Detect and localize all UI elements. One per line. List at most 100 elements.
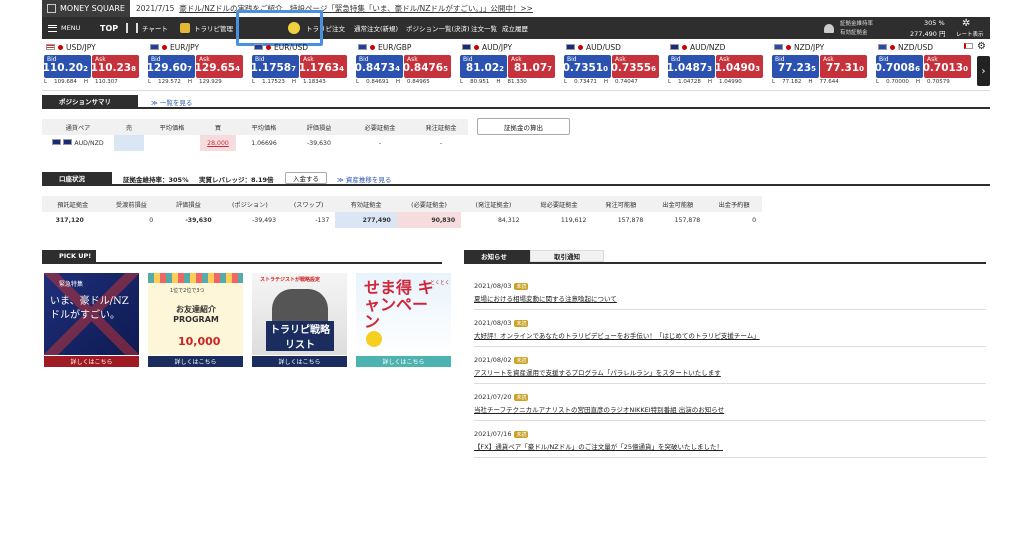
rate-header-0: USD/JPY [46,40,96,54]
account-table: 預託証拠金 受渡前損益 評価損益 (ポジション) (スワップ) 有効証拠金 (必要証拠金)(… [42,196,762,228]
logo[interactable]: MONEY SQUARE [42,0,130,17]
ask-quote-button[interactable]: Ask 0.84765 [404,55,451,78]
deposit-button[interactable]: 入金する [285,172,327,184]
account-col-header: 有効証拠金 [335,196,397,212]
unread-badge: 未読 [514,357,529,364]
pair-label: NZD/JPY [794,42,825,52]
position-list-link[interactable]: ≫ 一覧を見る [151,97,192,107]
rate-header-6: AUD/NZD [670,40,725,54]
rates-next-button[interactable]: › [977,56,990,86]
flag-icon [566,44,575,50]
ask-quote-button[interactable]: Ask 129.654 [196,55,243,78]
bid-quote-button[interactable]: Bid 1.17587 [252,55,299,78]
asset-history-link[interactable]: ≫ 資産推移を見る [337,174,391,184]
notice-date: 2021/08/03 [474,319,512,327]
news-ticker[interactable]: 2021/7/15 豪ドル/NZドルの実践をご紹介 特設ページ「緊急特集「いま、… [136,3,533,14]
table-row[interactable]: AUD/NZD 28,000 1.06696 -39,630 - - [42,135,468,151]
user-icon[interactable] [824,17,834,39]
bid-quote-button[interactable]: Bid 77.235 [772,55,819,78]
settings-gear-icon[interactable]: ⚙ [977,41,986,52]
nav-positions[interactable]: ポジション一覧(決済) [406,17,470,39]
bid-quote-button[interactable]: Bid 0.73510 [564,55,611,78]
nav-orders[interactable]: 注文一覧 [471,17,497,39]
trade-notice-tab[interactable]: 取引通知 [530,250,604,262]
notice-date: 2021/07/16 [474,430,512,438]
account-col-value: -39,493 [252,216,277,224]
pickup-banner-2[interactable]: 1位で2位で3つ お友達紹介 PROGRAM 10,000 詳しくはこちら [148,273,243,367]
section-line [42,184,990,186]
nav-history[interactable]: 成立履歴 [502,17,528,39]
notice-item: 2021/08/02 未読 アスリートを資産運用で支援するプログラム「パラレルラン」… [474,347,986,384]
low-high-row: L 129.572 H 129.929 [148,79,222,85]
ask-quote-button[interactable]: Ask 1.17634 [300,55,347,78]
pickup-banner-4[interactable]: せま得 キャンペーン とくとく 詳しくはこちら [356,273,451,367]
notice-link[interactable]: 【FX】通貨ペア「豪ドル/NZドル」のご注文量が「25億通貨」を突破いたしました… [474,441,723,451]
notice-item: 2021/08/03 未読 夏場における相場変動に関する注意喚起について [474,273,986,310]
bid-quote-button[interactable]: Bid 0.84734 [356,55,403,78]
pair-label: AUD/NZD [690,42,726,52]
nav-trarep-manage[interactable]: トラリピ管理 [180,17,233,39]
flag-dot-icon [786,44,791,50]
col-buy: 買 [200,119,236,135]
ask-quote-button[interactable]: Ask 77.310 [820,55,867,78]
bid-quote-button[interactable]: Bid 81.022 [460,55,507,78]
pair-label: EUR/USD [274,42,308,52]
nav-chart[interactable]: チャート [126,17,168,39]
trarep-manage-icon [180,23,190,33]
notice-item: 2021/07/20 未読 当社チーフテクニカルアナリストの宮田直彦のラジオNIKK… [474,384,986,421]
ask-quote-button[interactable]: Ask 1.04903 [716,55,763,78]
bid-quote-button[interactable]: Bid 0.70086 [876,55,923,78]
account-value-row: 317,120 0 -39,630 -39,493 -137 277,490 90,830 8… [42,212,762,228]
notice-item: 2021/07/16 未読 【FX】通貨ペア「豪ドル/NZドル」のご注文量が「25億… [474,421,986,458]
notice-item: 2021/08/03 未読 大好評！オンラインであなたのトラリピデビューをお手伝い！… [474,310,986,347]
pickup-banner-3[interactable]: ストラテジストが戦略設定 トラリピ戦略リスト 詳しくはこちら [252,273,347,367]
strategist-photo [272,289,328,323]
menu-bar: MENU TOP チャート トラリピ管理 トラリピ注文 通常注文(新規) ポジシ… [42,17,990,39]
flag-dot-icon [162,44,167,50]
col-req-margin: 必要証拠金 [346,119,414,135]
account-col-value: 157,878 [674,216,701,224]
account-col-header: 預託証拠金 [42,196,104,212]
logo-text: MONEY SQUARE [60,4,125,13]
ask-quote-button[interactable]: Ask 0.70130 [924,55,971,78]
notice-link[interactable]: アスリートを資産運用で支援するプログラム「パラレルラン」をスタートいたします [474,367,721,377]
account-col-value: 277,490 [335,212,397,228]
notice-link[interactable]: 夏場における相場変動に関する注意喚起について [474,293,617,303]
bid-quote-button[interactable]: Bid 129.607 [148,55,195,78]
rate-header-4: AUD/JPY [462,40,512,54]
flag-icon [462,44,471,50]
bid-quote-button[interactable]: Bid 1.04873 [668,55,715,78]
section-line [42,107,990,109]
divider [42,90,990,91]
notice-link[interactable]: 大好評！オンラインであなたのトラリピデビューをお手伝い！「はじめてのトラリピ支援… [474,330,760,340]
rate-header-5: AUD/USD [566,40,621,54]
col-order-margin: 発注証拠金 [414,119,468,135]
account-col-value: 119,612 [560,216,587,224]
section-line [464,262,986,264]
flag-icon [150,44,159,50]
account-col-header: 評価損益 [159,196,218,212]
account-col-header: (必要証拠金) [396,196,462,212]
menu-button[interactable]: MENU [48,17,80,39]
pair-label: NZD/USD [898,42,934,52]
low-high-row: L 0.84691 H 0.84965 [356,79,430,85]
news-link[interactable]: 豪ドル/NZドルの実践をご紹介 特設ページ「緊急特集「いま、豪ドル/NZドルがす… [179,4,533,13]
calc-margin-button[interactable]: 証拠金の算出 [477,118,570,135]
bid-quote-button[interactable]: Bid 110.202 [44,55,91,78]
flag-icon [878,44,887,50]
notices-tab[interactable]: お知らせ [464,250,530,262]
nav-top[interactable]: TOP [100,17,118,39]
notice-link[interactable]: 当社チーフテクニカルアナリストの宮田直彦のラジオNIKKEI特別番組 出演のお知… [474,404,724,414]
low-high-row: L 0.73471 H 0.74047 [564,79,638,85]
buy-amount-link[interactable]: 28,000 [200,135,236,151]
ask-quote-button[interactable]: Ask 110.238 [92,55,139,78]
flag-nz-icon [63,139,73,145]
ask-quote-button[interactable]: Ask 0.73556 [612,55,659,78]
nav-normal-order[interactable]: 通常注文(新規) [354,17,398,39]
ask-quote-button[interactable]: Ask 81.077 [508,55,555,78]
low-high-row: L 109.684 H 110.307 [44,79,118,85]
low-high-row: L 1.04728 H 1.04990 [668,79,742,85]
pickup-banner-1[interactable]: 緊急特集 いま、豪ドル/NZドルがすごい。 詳しくはこちら [44,273,139,367]
account-col-header: (スワップ) [282,196,336,212]
account-col-header: 出金可能額 [649,196,707,212]
